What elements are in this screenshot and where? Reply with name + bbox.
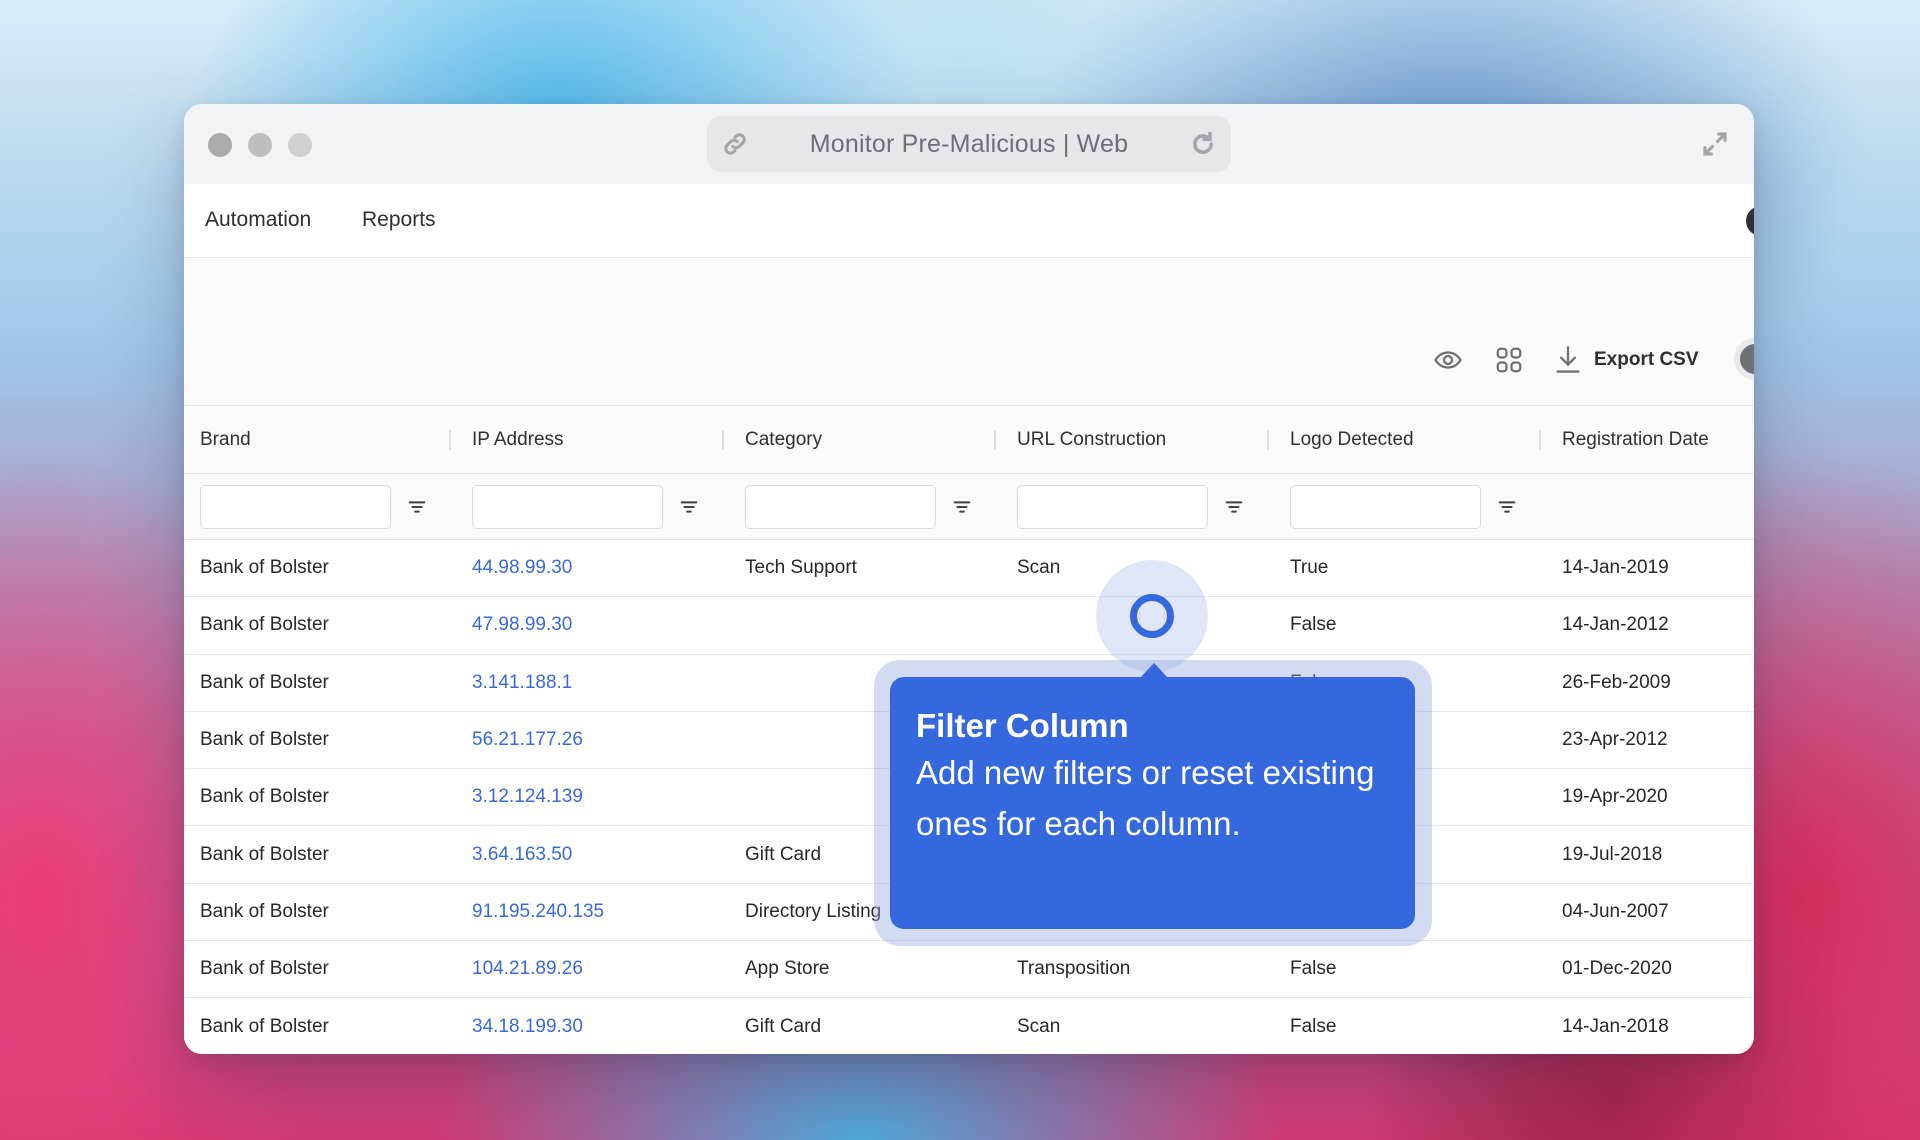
filter-icon[interactable] xyxy=(678,496,700,518)
export-csv-button[interactable]: Export CSV xyxy=(1554,343,1699,377)
category-cell: Gift Card xyxy=(745,843,822,865)
brand-cell: Bank of Bolster xyxy=(200,671,329,693)
brand-cell: Bank of Bolster xyxy=(200,786,329,808)
url-construction-cell: Transposition xyxy=(1017,958,1131,980)
registration-date-cell: 19-Jul-2018 xyxy=(1562,843,1663,865)
ip-address-link[interactable]: 3.12.124.139 xyxy=(472,769,583,825)
category-cell: App Store xyxy=(745,958,830,980)
ip-address-link[interactable]: 3.64.163.50 xyxy=(472,826,572,882)
column-resize-handle[interactable] xyxy=(1539,430,1541,450)
grid-icon[interactable] xyxy=(1494,345,1524,375)
highlight-ring[interactable] xyxy=(1130,594,1174,638)
logo-detected-cell: False xyxy=(1290,958,1337,980)
column-resize-handle[interactable] xyxy=(1267,430,1269,450)
table-toolbar: Export CSV xyxy=(184,258,1754,406)
settings-toggle[interactable] xyxy=(1740,344,1754,374)
ip-address-link[interactable]: 56.21.177.26 xyxy=(472,712,583,768)
column-resize-handle[interactable] xyxy=(994,430,996,450)
window-controls xyxy=(208,133,312,157)
main-nav: Automation Reports xyxy=(184,184,1754,258)
category-cell: Directory Listing xyxy=(745,900,882,922)
brand-filter-input[interactable] xyxy=(200,485,391,529)
expand-icon[interactable] xyxy=(1700,129,1730,159)
close-window-button[interactable] xyxy=(208,133,232,157)
eye-icon[interactable] xyxy=(1433,345,1463,375)
column-header-registration-date[interactable]: Registration Date xyxy=(1562,406,1709,473)
nav-item-automation[interactable]: Automation xyxy=(205,208,311,232)
download-icon xyxy=(1556,346,1580,373)
reload-icon[interactable] xyxy=(1189,130,1217,158)
table-row[interactable]: Bank of Bolster 47.98.99.30 False 14-Jan… xyxy=(184,597,1754,655)
brand-cell: Bank of Bolster xyxy=(200,557,329,579)
export-csv-label: Export CSV xyxy=(1594,349,1699,370)
brand-cell: Bank of Bolster xyxy=(200,729,329,751)
ip-address-link[interactable]: 104.21.89.26 xyxy=(472,941,583,997)
column-resize-handle[interactable] xyxy=(449,430,451,450)
logo-detected-cell: False xyxy=(1290,1015,1337,1037)
column-header-logo-detected[interactable]: Logo Detected xyxy=(1290,406,1414,473)
ip-address-link[interactable]: 34.18.199.30 xyxy=(472,998,583,1054)
registration-date-cell: 01-Dec-2020 xyxy=(1562,958,1672,980)
table-filter-row xyxy=(184,474,1754,540)
url-construction-cell: Scan xyxy=(1017,557,1061,579)
registration-date-cell: 19-Apr-2020 xyxy=(1562,786,1668,808)
logo-detected-filter-input[interactable] xyxy=(1290,485,1481,529)
ip-address-filter-input[interactable] xyxy=(472,485,663,529)
title-bar: Monitor Pre-Malicious | Web xyxy=(184,104,1754,184)
ip-address-link[interactable]: 47.98.99.30 xyxy=(472,597,572,653)
registration-date-cell: 23-Apr-2012 xyxy=(1562,729,1668,751)
avatar[interactable] xyxy=(1746,206,1754,236)
filter-icon[interactable] xyxy=(1223,496,1245,518)
registration-date-cell: 14-Jan-2019 xyxy=(1562,557,1669,579)
column-header-url-construction[interactable]: URL Construction xyxy=(1017,406,1166,473)
table-row[interactable]: Bank of Bolster 44.98.99.30 Tech Support… xyxy=(184,540,1754,598)
brand-cell: Bank of Bolster xyxy=(200,614,329,636)
column-header-brand[interactable]: Brand xyxy=(200,406,251,473)
registration-date-cell: 04-Jun-2007 xyxy=(1562,900,1669,922)
logo-detected-cell: False xyxy=(1290,614,1337,636)
filter-icon[interactable] xyxy=(951,496,973,518)
logo-detected-cell: True xyxy=(1290,557,1329,579)
brand-cell: Bank of Bolster xyxy=(200,958,329,980)
page-title: Monitor Pre-Malicious | Web xyxy=(809,129,1129,158)
table-header-row: Brand IP Address Category URL Constructi… xyxy=(184,406,1754,474)
tooltip-body: Add new filters or reset existing ones f… xyxy=(916,754,1375,842)
filter-column-tooltip: Filter Column Add new filters or reset e… xyxy=(890,677,1415,929)
filter-icon[interactable] xyxy=(1496,496,1518,518)
brand-cell: Bank of Bolster xyxy=(200,900,329,922)
brand-cell: Bank of Bolster xyxy=(200,1015,329,1037)
table-row[interactable]: Bank of Bolster 34.18.199.30 Gift Card S… xyxy=(184,998,1754,1054)
url-construction-filter-input[interactable] xyxy=(1017,485,1208,529)
table-row[interactable]: Bank of Bolster 104.21.89.26 App Store T… xyxy=(184,941,1754,999)
column-header-ip-address[interactable]: IP Address xyxy=(472,406,564,473)
app-window: Monitor Pre-Malicious | Web Automation R… xyxy=(184,104,1754,1054)
address-bar[interactable]: Monitor Pre-Malicious | Web xyxy=(707,116,1231,172)
registration-date-cell: 14-Jan-2012 xyxy=(1562,614,1669,636)
filter-icon[interactable] xyxy=(406,496,428,518)
ip-address-link[interactable]: 3.141.188.1 xyxy=(472,655,572,711)
column-resize-handle[interactable] xyxy=(722,430,724,450)
ip-address-link[interactable]: 91.195.240.135 xyxy=(472,884,604,940)
minimize-window-button[interactable] xyxy=(248,133,272,157)
registration-date-cell: 14-Jan-2018 xyxy=(1562,1015,1669,1037)
zoom-window-button[interactable] xyxy=(288,133,312,157)
tooltip-title: Filter Column xyxy=(916,707,1129,744)
registration-date-cell: 26-Feb-2009 xyxy=(1562,671,1671,693)
column-header-category[interactable]: Category xyxy=(745,406,822,473)
category-cell: Gift Card xyxy=(745,1015,822,1037)
ip-address-link[interactable]: 44.98.99.30 xyxy=(472,540,572,596)
nav-item-reports[interactable]: Reports xyxy=(362,208,436,232)
category-cell: Tech Support xyxy=(745,557,857,579)
brand-cell: Bank of Bolster xyxy=(200,843,329,865)
url-construction-cell: Scan xyxy=(1017,1015,1061,1037)
category-filter-input[interactable] xyxy=(745,485,936,529)
tooltip-arrow xyxy=(1140,663,1168,678)
